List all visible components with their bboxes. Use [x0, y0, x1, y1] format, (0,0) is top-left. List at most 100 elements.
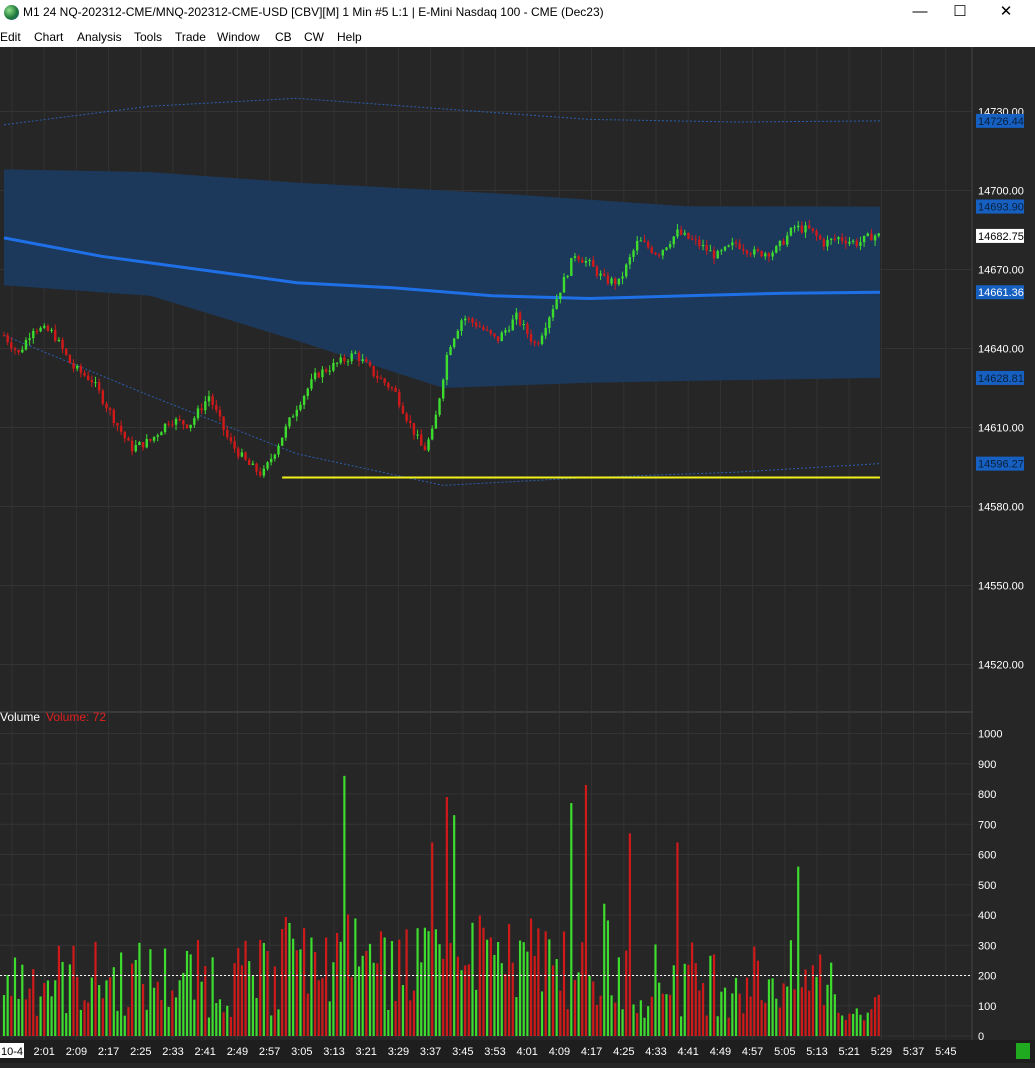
- volume-bar: [581, 942, 584, 1036]
- volume-bar: [723, 987, 727, 1036]
- volume-bar: [163, 948, 167, 1036]
- volume-bar: [423, 927, 426, 1036]
- candle-body: [786, 235, 789, 245]
- volume-tick-label-6: 400: [978, 910, 996, 922]
- candle-body: [500, 332, 503, 342]
- menu-help[interactable]: Help: [337, 30, 362, 44]
- volume-bar: [822, 1004, 825, 1036]
- volume-bar: [658, 982, 661, 1036]
- volume-bar: [79, 1009, 82, 1036]
- volume-bar: [248, 961, 251, 1036]
- menu-analysis[interactable]: Analysis: [77, 30, 122, 44]
- candle-body: [665, 247, 668, 250]
- volume-bar: [434, 929, 437, 1036]
- volume-bar: [387, 1009, 390, 1036]
- volume-bar: [577, 972, 580, 1036]
- menu-trade[interactable]: Trade: [175, 30, 206, 44]
- menu-edit[interactable]: Edit: [0, 30, 21, 44]
- volume-bar: [281, 929, 284, 1036]
- candle-body: [423, 445, 427, 451]
- candle-body: [808, 225, 811, 229]
- candle-body: [149, 439, 152, 441]
- candle-body: [533, 341, 536, 344]
- volume-bar: [709, 955, 712, 1036]
- candle-body: [343, 357, 346, 362]
- volume-tick-label-4: 600: [978, 850, 996, 862]
- candle-body: [376, 375, 379, 379]
- candle-body: [61, 339, 64, 349]
- candle-body: [280, 437, 284, 446]
- candle-body: [720, 250, 723, 252]
- candle-body: [614, 278, 617, 285]
- candle-body: [90, 380, 94, 383]
- candle-body: [94, 382, 97, 384]
- candle-body: [218, 410, 222, 417]
- candle-body: [178, 419, 181, 421]
- volume-bar: [200, 981, 203, 1036]
- volume-bar: [449, 943, 452, 1036]
- price-tick-label-1: 14700.00: [978, 186, 1024, 198]
- volume-bar: [599, 995, 602, 1036]
- candle-body: [299, 404, 302, 410]
- candle-body: [50, 329, 53, 331]
- menu-chart[interactable]: Chart: [34, 30, 63, 44]
- volume-bar: [778, 1007, 782, 1036]
- candle-body: [818, 235, 822, 240]
- time-tick-label-15: 3:53: [484, 1046, 505, 1058]
- volume-bar: [211, 957, 214, 1036]
- candle-body: [654, 252, 657, 255]
- menu-cb[interactable]: CB: [275, 30, 292, 44]
- volume-legend: Volume: 72: [46, 710, 106, 724]
- volume-bar: [65, 1013, 68, 1036]
- candle-body: [43, 325, 46, 328]
- volume-bar: [712, 954, 716, 1036]
- volume-bar: [866, 1012, 869, 1036]
- volume-bar: [797, 866, 800, 1036]
- volume-bar: [76, 976, 79, 1036]
- chart-area[interactable]: 14730.00 14700.00 14670.00 14640.00 14610.00…: [0, 47, 1035, 1063]
- volume-bar: [43, 983, 46, 1036]
- candle-body: [193, 418, 196, 425]
- volume-bar: [405, 929, 408, 1036]
- volume-bar: [526, 951, 529, 1036]
- candle-body: [837, 237, 840, 240]
- menu-tools[interactable]: Tools: [134, 30, 162, 44]
- volume-bar: [603, 903, 606, 1036]
- candle-body: [291, 416, 295, 418]
- volume-bar: [731, 993, 734, 1036]
- volume-bar: [767, 979, 771, 1036]
- time-tick-label-18: 4:17: [581, 1046, 602, 1058]
- candle-body: [749, 253, 752, 255]
- volume-bar: [335, 933, 339, 1036]
- candle-body: [105, 403, 108, 409]
- time-tick-label-6: 2:41: [194, 1046, 215, 1058]
- volume-bar: [266, 951, 269, 1036]
- app-globe-icon: [4, 5, 19, 20]
- candle-body: [335, 362, 339, 364]
- volume-bar: [852, 1013, 855, 1036]
- volume-bar: [207, 1017, 211, 1036]
- close-button[interactable]: ✕: [983, 0, 1029, 26]
- candle-body: [621, 276, 624, 279]
- menu-window[interactable]: Window: [217, 30, 260, 44]
- volume-bar: [507, 924, 511, 1036]
- candle-body: [870, 233, 873, 241]
- volume-bar: [442, 958, 445, 1036]
- volume-bar: [379, 931, 383, 1036]
- menu-cw[interactable]: CW: [304, 30, 324, 44]
- chart-svg[interactable]: 14730.0014700.0014670.0014640.0014610.00…: [0, 47, 1035, 1063]
- volume-bar: [650, 996, 653, 1036]
- volume-bar: [859, 1014, 862, 1036]
- volume-bar: [193, 999, 196, 1036]
- volume-bar: [383, 937, 386, 1036]
- volume-bar: [863, 1020, 866, 1036]
- volume-bar: [705, 1015, 708, 1036]
- volume-pane-title: Volume: [0, 710, 40, 724]
- volume-bar: [738, 993, 741, 1036]
- volume-bar: [185, 950, 189, 1036]
- candle-body: [259, 471, 262, 476]
- candle-body: [573, 256, 577, 258]
- maximize-button[interactable]: ☐: [937, 0, 983, 26]
- time-tick-label-11: 3:21: [355, 1046, 376, 1058]
- candle-body: [116, 423, 119, 426]
